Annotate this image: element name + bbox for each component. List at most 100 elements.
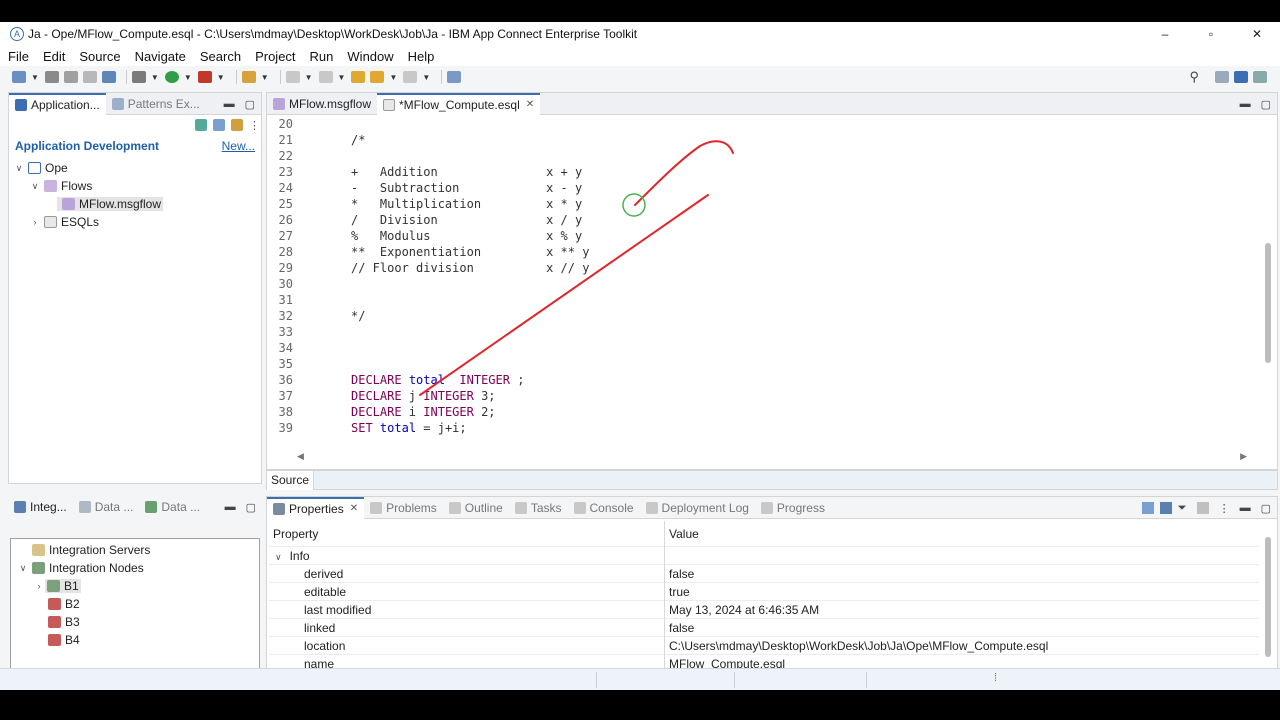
tab-patterns-explorer[interactable]: Patterns Ex...	[106, 93, 206, 115]
external-tools-icon[interactable]	[197, 71, 212, 83]
tab-properties[interactable]: Properties ✕	[267, 496, 365, 519]
table-row[interactable]: linked false	[269, 618, 1259, 637]
back-icon[interactable]	[370, 71, 385, 83]
code-line[interactable]: 25 * Multiplication x * y	[267, 196, 1257, 212]
chevron-down-icon[interactable]: ▼	[31, 73, 39, 82]
tree-item-msgflow[interactable]: MFlow.msgflow	[13, 195, 261, 213]
chevron-right-icon[interactable]: ›	[29, 217, 41, 227]
tree-item-broker[interactable]: B3	[11, 613, 259, 631]
chevron-down-icon[interactable]: ∨	[29, 181, 41, 192]
maximize-view-icon[interactable]: ▢	[246, 501, 256, 514]
table-row[interactable]: last modified May 13, 2024 at 6:46:35 AM	[269, 600, 1259, 619]
minimize-view-icon[interactable]: ▬	[224, 98, 235, 110]
tab-data-project[interactable]: Data ...	[73, 496, 140, 518]
chevron-down-icon[interactable]: ▼	[261, 73, 269, 82]
table-row[interactable]: editable true	[269, 582, 1259, 601]
minimize-button[interactable]: –	[1142, 22, 1188, 46]
code-line[interactable]: 24 - Subtraction x - y	[267, 180, 1257, 196]
scrollbar-thumb[interactable]	[1265, 243, 1271, 363]
close-button[interactable]: ✕	[1234, 22, 1280, 46]
menu-run[interactable]: Run	[310, 49, 334, 64]
tab-console[interactable]: Console	[568, 497, 640, 519]
chevron-down-icon[interactable]: ▼	[184, 73, 192, 82]
code-line[interactable]: 38 DECLARE i INTEGER 2;	[267, 404, 1257, 420]
menu-source[interactable]: Source	[79, 49, 120, 64]
chevron-down-icon[interactable]: ▼	[389, 73, 397, 82]
tab-progress[interactable]: Progress	[755, 497, 831, 519]
menu-file[interactable]: File	[8, 49, 29, 64]
table-row-group[interactable]: ∨ Info	[269, 546, 1259, 565]
menu-navigate[interactable]: Navigate	[135, 49, 186, 64]
code-line[interactable]: 33	[267, 324, 1257, 340]
tree-item-project[interactable]: ∨ Ope	[13, 159, 261, 177]
tab-outline[interactable]: Outline	[443, 497, 509, 519]
code-line[interactable]: 20	[267, 116, 1257, 132]
tree-item-broker[interactable]: B2	[11, 595, 259, 613]
maximize-view-icon[interactable]: ▢	[245, 98, 255, 111]
menu-project[interactable]: Project	[255, 49, 295, 64]
properties-scrollbar[interactable]	[1265, 537, 1271, 657]
filter-icon[interactable]: ⏷	[1178, 502, 1187, 515]
tree-item-integration-nodes[interactable]: ∨ Integration Nodes	[11, 559, 259, 577]
tab-tasks[interactable]: Tasks	[509, 497, 568, 519]
tree-item-broker[interactable]: B4	[11, 631, 259, 649]
minimize-view-icon[interactable]: ▬	[1240, 98, 1251, 110]
table-row[interactable]: location C:\Users\mdmay\Desktop\WorkDesk\…	[269, 636, 1259, 655]
chevron-down-icon[interactable]: ▼	[422, 73, 430, 82]
deploy-icon[interactable]	[101, 71, 116, 83]
code-line[interactable]: 34	[267, 340, 1257, 356]
maximize-view-icon[interactable]: ▢	[1261, 98, 1271, 111]
minimize-view-icon[interactable]: ▬	[1240, 502, 1251, 514]
column-header-value[interactable]: Value	[665, 521, 699, 547]
minimize-view-icon[interactable]: ▬	[225, 501, 236, 513]
code-line[interactable]: 23 + Addition x + y	[267, 164, 1257, 180]
run-icon[interactable]	[164, 71, 179, 83]
chevron-down-icon[interactable]: ▼	[305, 73, 313, 82]
tree-item-integration-servers[interactable]: Integration Servers	[11, 541, 259, 559]
open-perspective-icon[interactable]	[447, 71, 462, 83]
print-icon[interactable]	[82, 71, 97, 83]
forward-icon[interactable]	[403, 71, 418, 83]
maximize-view-icon[interactable]: ▢	[1261, 502, 1271, 515]
chevron-down-icon[interactable]: ▼	[217, 73, 225, 82]
pin-icon[interactable]	[241, 71, 256, 83]
tree-item-esqls[interactable]: › ESQLs	[13, 213, 261, 231]
tree-item-flows[interactable]: ∨ Flows	[13, 177, 261, 195]
code-line[interactable]: 21 /*	[267, 132, 1257, 148]
pin-view-icon[interactable]	[1141, 502, 1154, 514]
tab-msgflow[interactable]: MFlow.msgflow	[267, 93, 377, 115]
code-line[interactable]: 31	[267, 292, 1257, 308]
tab-data-source[interactable]: Data ...	[139, 496, 206, 518]
code-line[interactable]: 36 DECLARE total INTEGER ;	[267, 372, 1257, 388]
view-menu-icon[interactable]: ⋮	[1219, 502, 1230, 515]
chevron-down-icon[interactable]: ∨	[275, 552, 282, 562]
code-line[interactable]: 27 % Modulus x % y	[267, 228, 1257, 244]
chevron-down-icon[interactable]: ▼	[151, 73, 159, 82]
search-icon[interactable]: ⚲	[1189, 69, 1199, 85]
code-line[interactable]: 29 // Floor division x // y	[267, 260, 1257, 276]
close-icon[interactable]: ✕	[526, 99, 534, 110]
debug-icon[interactable]	[131, 71, 146, 83]
code-line[interactable]: 30	[267, 276, 1257, 292]
restore-defaults-icon[interactable]	[1196, 502, 1209, 514]
tab-source[interactable]: Source	[267, 471, 315, 490]
menu-window[interactable]: Window	[347, 49, 393, 64]
code-line[interactable]: 22	[267, 148, 1257, 164]
debug-perspective-icon[interactable]	[1253, 71, 1267, 83]
chevron-down-icon[interactable]: ▼	[338, 73, 346, 82]
menu-edit[interactable]: Edit	[43, 49, 65, 64]
open-perspective-icon[interactable]	[1215, 71, 1229, 83]
new-project-icon[interactable]	[195, 119, 207, 131]
menu-help[interactable]: Help	[408, 49, 435, 64]
chevron-down-icon[interactable]: ∨	[17, 563, 29, 574]
table-row[interactable]: derived false	[269, 564, 1259, 583]
maximize-button[interactable]: ▫	[1188, 22, 1234, 46]
code-line[interactable]: 39 SET total = j+i;	[267, 420, 1257, 436]
integration-development-perspective-icon[interactable]	[1234, 71, 1248, 83]
new-link[interactable]: New...	[222, 139, 255, 153]
scroll-left-icon[interactable]: ◀	[297, 451, 304, 462]
previous-annotation-icon[interactable]	[318, 71, 333, 83]
link-with-editor-icon[interactable]	[231, 119, 243, 131]
tab-integration-explorer[interactable]: Integ...	[8, 496, 73, 518]
code-line[interactable]: 37 DECLARE j INTEGER 3;	[267, 388, 1257, 404]
